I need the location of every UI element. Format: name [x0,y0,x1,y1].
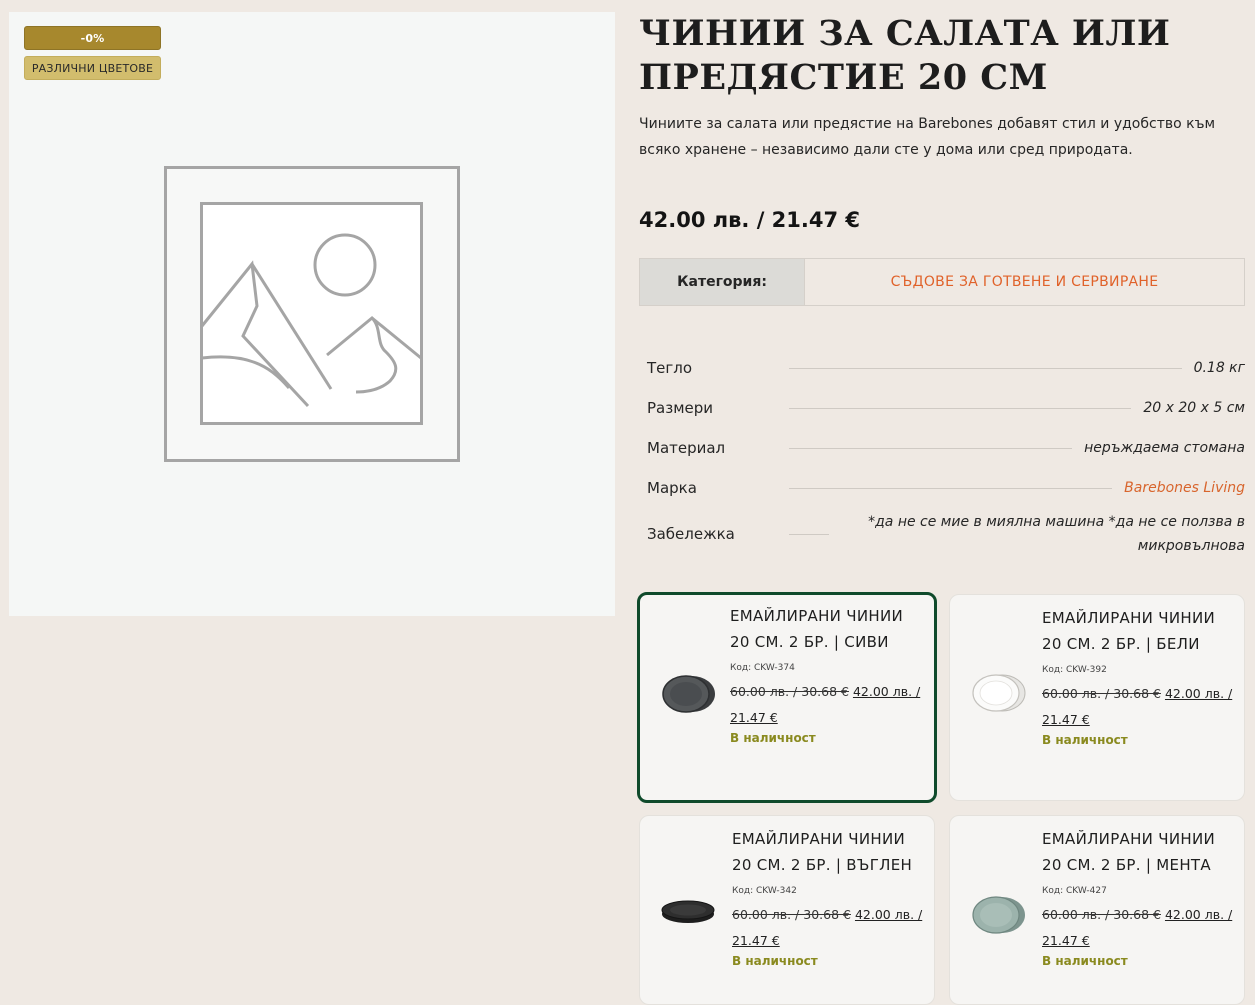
plate-charcoal-icon [661,900,715,923]
variant-card-charcoal[interactable]: ЕМАЙЛИРАНИ ЧИНИИ 20 СМ. 2 БР. | ВЪГЛЕН К… [639,815,935,1005]
spec-row-brand: Марка Barebones Living [647,468,1245,508]
plate-grey-icon [662,675,715,713]
specs-table: Тегло 0.18 кг Размери 20 x 20 x 5 см Мат… [647,348,1245,560]
stock-status: В наличност [732,954,818,968]
product-gallery: -0% РАЗЛИЧНИ ЦВЕТОВЕ [9,12,615,616]
variant-price: 60.00 лв. / 30.68 € 42.00 лв. / 21.47 € [732,902,928,954]
category-row: Категория: СЪДОВЕ ЗА ГОТВЕНЕ И СЕРВИРАНЕ [639,258,1245,306]
variant-info: ЕМАЙЛИРАНИ ЧИНИИ 20 СМ. 2 БР. | БЕЛИ Код… [1042,605,1238,747]
spec-divider [789,367,1182,369]
plate-white-icon [972,674,1026,712]
spec-divider [789,447,1073,449]
spec-divider [789,533,829,535]
spec-row-note: Забележка *да не се мие в миялна машина … [647,508,1245,560]
stock-status: В наличност [1042,733,1128,747]
spec-divider [789,407,1132,409]
spec-value: 20 x 20 x 5 см [1143,400,1245,416]
product-title: ЧИНИИ ЗА САЛАТА ИЛИ ПРЕДЯСТИЕ 20 СМ [639,13,1171,98]
brand-link[interactable]: Barebones Living [1124,480,1245,496]
category-label: Категория: [640,259,805,305]
image-placeholder-icon[interactable] [164,166,460,462]
variant-title: ЕМАЙЛИРАНИ ЧИНИИ 20 СМ. 2 БР. | БЕЛИ [1042,609,1216,653]
plate-mint-icon [972,896,1025,934]
spec-row-material: Материал неръждаема стомана [647,428,1245,468]
old-price: 60.00 лв. / 30.68 € [730,684,849,699]
stock-status: В наличност [1042,954,1128,968]
variant-card-white[interactable]: ЕМАЙЛИРАНИ ЧИНИИ 20 СМ. 2 БР. | БЕЛИ Код… [949,594,1245,801]
stock-status: В наличност [730,731,816,745]
colors-badge: РАЗЛИЧНИ ЦВЕТОВЕ [24,56,161,80]
variant-info: ЕМАЙЛИРАНИ ЧИНИИ 20 СМ. 2 БР. | СИВИ Код… [730,603,926,745]
discount-badge: -0% [24,26,161,50]
old-price: 60.00 лв. / 30.68 € [1042,907,1161,922]
spec-value: *да не се мие в миялна машина *да не се … [868,514,1245,554]
product-price: 42.00 лв. / 21.47 € [639,208,861,232]
variant-title: ЕМАЙЛИРАНИ ЧИНИИ 20 СМ. 2 БР. | МЕНТА [1042,830,1216,874]
product-description: Чиниите за салата или предястие на Bareb… [639,116,1216,158]
variant-price: 60.00 лв. / 30.68 € 42.00 лв. / 21.47 € [730,679,926,731]
variant-price: 60.00 лв. / 30.68 € 42.00 лв. / 21.47 € [1042,681,1238,733]
spec-divider [789,487,1113,489]
variant-info: ЕМАЙЛИРАНИ ЧИНИИ 20 СМ. 2 БР. | ВЪГЛЕН К… [732,826,928,968]
variant-title: ЕМАЙЛИРАНИ ЧИНИИ 20 СМ. 2 БР. | ВЪГЛЕН [732,830,913,874]
spec-row-dimensions: Размери 20 x 20 x 5 см [647,388,1245,428]
variant-info: ЕМАЙЛИРАНИ ЧИНИИ 20 СМ. 2 БР. | МЕНТА Ко… [1042,826,1238,968]
spec-label: Размери [647,399,714,417]
variant-price: 60.00 лв. / 30.68 € 42.00 лв. / 21.47 € [1042,902,1238,954]
spec-value: неръждаема стомана [1084,440,1245,456]
variant-card-grey[interactable]: ЕМАЙЛИРАНИ ЧИНИИ 20 СМ. 2 БР. | СИВИ Код… [637,592,937,803]
spec-row-weight: Тегло 0.18 кг [647,348,1245,388]
category-link[interactable]: СЪДОВЕ ЗА ГОТВЕНЕ И СЕРВИРАНЕ [805,259,1244,305]
spec-value: 0.18 кг [1193,360,1245,376]
variant-code: Код: CKW-342 [732,886,797,896]
spec-label: Марка [647,479,697,497]
variant-code: Код: CKW-392 [1042,665,1107,675]
variant-card-mint[interactable]: ЕМАЙЛИРАНИ ЧИНИИ 20 СМ. 2 БР. | МЕНТА Ко… [949,815,1245,1005]
variant-code: Код: CKW-427 [1042,886,1107,896]
old-price: 60.00 лв. / 30.68 € [1042,686,1161,701]
spec-label: Материал [647,439,726,457]
spec-label: Забележка [647,525,735,543]
variant-title: ЕМАЙЛИРАНИ ЧИНИИ 20 СМ. 2 БР. | СИВИ [730,607,904,651]
old-price: 60.00 лв. / 30.68 € [732,907,851,922]
spec-label: Тегло [647,359,693,377]
variant-code: Код: CKW-374 [730,663,795,673]
